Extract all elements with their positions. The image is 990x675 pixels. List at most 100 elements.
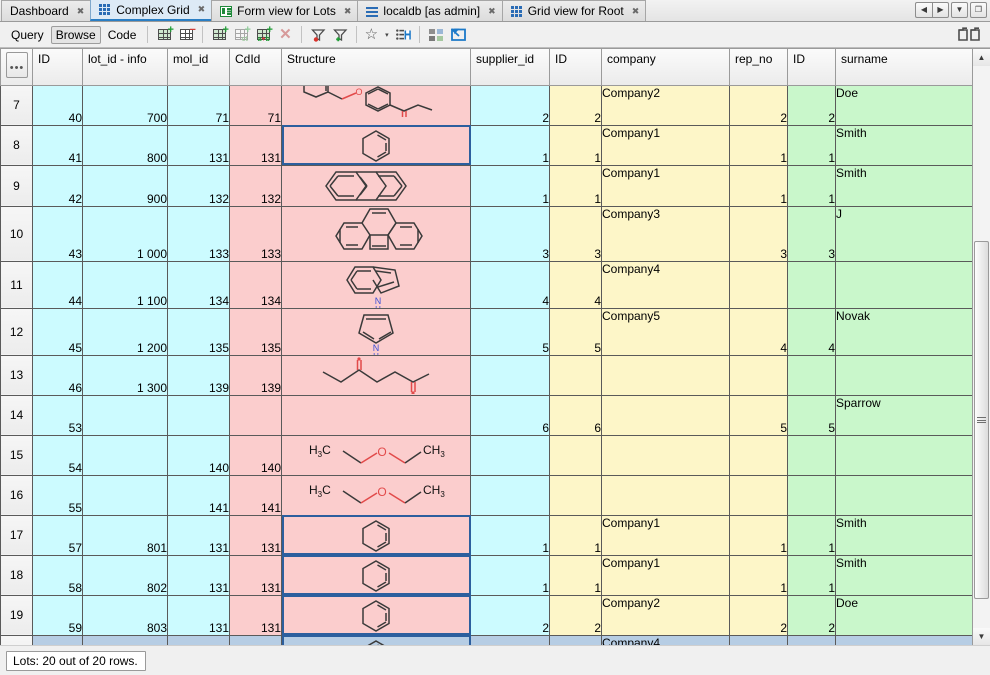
cell-supplier_id[interactable]: 6 — [471, 395, 550, 435]
scroll-down-button[interactable]: ▼ — [973, 628, 990, 645]
cell-lot_id[interactable]: 900 — [83, 165, 168, 206]
cell-rep_no[interactable] — [730, 475, 788, 515]
tab-close-icon[interactable]: ✖ — [632, 6, 639, 17]
cell-rep_id[interactable]: 3 — [788, 206, 836, 261]
cell-mol_id[interactable]: 131 — [168, 125, 230, 165]
cell-cdid[interactable]: 139 — [230, 355, 282, 395]
table-row[interactable]: 84180013113111Company111Smith — [1, 125, 973, 165]
table-row[interactable]: 195980313113122Company222Doe — [1, 595, 973, 635]
cell-cdid[interactable]: 131 — [230, 515, 282, 555]
cell-lot_id[interactable]: 800 — [83, 125, 168, 165]
cell-supplier_id[interactable]: 3 — [471, 206, 550, 261]
cell-structure[interactable] — [282, 125, 471, 165]
cell-structure[interactable] — [282, 395, 471, 435]
cell-supplier_id[interactable] — [471, 355, 550, 395]
row-header[interactable]: 12 — [1, 308, 33, 355]
cell-id[interactable]: 45 — [33, 308, 83, 355]
column-header-cdid[interactable]: CdId — [230, 49, 282, 85]
cell-rep_id[interactable]: 5 — [788, 395, 836, 435]
row-header[interactable]: 15 — [1, 435, 33, 475]
cell-rep_no[interactable] — [730, 355, 788, 395]
cell-mol_id[interactable]: 131 — [168, 635, 230, 645]
cell-surname[interactable] — [836, 635, 973, 645]
cell-surname[interactable] — [836, 435, 973, 475]
cell-surname[interactable]: Smith — [836, 555, 973, 595]
cell-supplier_id[interactable]: 1 — [471, 515, 550, 555]
cell-sup_id[interactable] — [550, 435, 602, 475]
cell-supplier_id[interactable]: 5 — [471, 308, 550, 355]
cell-rep_id[interactable]: 1 — [788, 165, 836, 206]
mode-browse-button[interactable]: Browse — [51, 26, 101, 44]
cell-rep_id[interactable]: 2 — [788, 595, 836, 635]
cell-rep_id[interactable] — [788, 475, 836, 515]
cell-mol_id[interactable]: 131 — [168, 595, 230, 635]
cell-surname[interactable]: Doe — [836, 595, 973, 635]
cell-rep_id[interactable] — [788, 261, 836, 308]
cell-structure[interactable] — [282, 515, 471, 555]
cell-cdid[interactable]: 131 — [230, 555, 282, 595]
row-header[interactable]: 13 — [1, 355, 33, 395]
cell-company[interactable]: Company3 — [602, 206, 730, 261]
cell-company[interactable] — [602, 355, 730, 395]
cell-supplier_id[interactable] — [471, 475, 550, 515]
mode-query-button[interactable]: Query — [6, 26, 49, 44]
column-header-rep_no[interactable]: rep_no — [730, 49, 788, 85]
cell-lot_id[interactable]: 802 — [83, 555, 168, 595]
cell-mol_id[interactable]: 133 — [168, 206, 230, 261]
cell-rep_id[interactable]: 2 — [788, 85, 836, 125]
cell-rep_no[interactable]: 2 — [730, 85, 788, 125]
cell-sup_id[interactable]: 3 — [550, 206, 602, 261]
cell-sup_id[interactable]: 1 — [550, 515, 602, 555]
save-list-button[interactable] — [393, 25, 413, 45]
cell-rep_no[interactable]: 1 — [730, 515, 788, 555]
cell-id[interactable]: 58 — [33, 555, 83, 595]
cell-sup_id[interactable]: 6 — [550, 395, 602, 435]
cell-lot_id[interactable]: 1 000 — [83, 206, 168, 261]
row-header[interactable]: 20 — [1, 635, 33, 645]
cell-cdid[interactable]: 71 — [230, 85, 282, 125]
cell-id[interactable]: 44 — [33, 261, 83, 308]
add-column-button[interactable]: +a+b — [253, 25, 273, 45]
cell-supplier_id[interactable]: 4 — [471, 635, 550, 645]
cell-mol_id[interactable]: 139 — [168, 355, 230, 395]
row-header[interactable]: 7 — [1, 85, 33, 125]
delete-row-button[interactable]: − — [176, 25, 196, 45]
tab-close-icon[interactable]: ✖ — [488, 6, 495, 17]
cell-rep_no[interactable]: 3 — [730, 206, 788, 261]
cell-company[interactable]: Company4 — [602, 635, 730, 645]
cell-id[interactable]: 54 — [33, 435, 83, 475]
cell-structure[interactable] — [282, 595, 471, 635]
table-row[interactable]: 1554140140H3COCH3 — [1, 435, 973, 475]
tab-grid-view-for-root[interactable]: Grid view for Root✖ — [502, 0, 647, 21]
cell-sup_id[interactable]: 4 — [550, 261, 602, 308]
mode-code-button[interactable]: Code — [103, 26, 142, 44]
window-restore-button[interactable]: ❐ — [970, 2, 987, 18]
tab-complex-grid[interactable]: Complex Grid✖ — [90, 0, 212, 21]
cell-surname[interactable] — [836, 475, 973, 515]
cell-mol_id[interactable] — [168, 395, 230, 435]
cell-rep_no[interactable] — [730, 435, 788, 475]
cell-rep_no[interactable] — [730, 635, 788, 645]
cell-mol_id[interactable]: 132 — [168, 165, 230, 206]
cell-rep_no[interactable]: 2 — [730, 595, 788, 635]
row-header[interactable]: 10 — [1, 206, 33, 261]
cell-surname[interactable]: Smith — [836, 165, 973, 206]
grid-corner-button[interactable]: ••• — [1, 49, 33, 85]
cell-id[interactable]: 40 — [33, 85, 83, 125]
cell-sup_id[interactable]: 2 — [550, 595, 602, 635]
table-row[interactable]: 185880213113111Company111Smith — [1, 555, 973, 595]
tab-close-icon[interactable]: ✖ — [198, 4, 205, 15]
cell-sup_id[interactable] — [550, 475, 602, 515]
cell-structure[interactable]: NH — [282, 308, 471, 355]
cell-mol_id[interactable]: 140 — [168, 435, 230, 475]
column-header-rep_id[interactable]: ID — [788, 49, 836, 85]
cell-rep_id[interactable]: 1 — [788, 515, 836, 555]
cell-sup_id[interactable]: 4 — [550, 635, 602, 645]
cell-surname[interactable] — [836, 355, 973, 395]
column-header-company[interactable]: company — [602, 49, 730, 85]
scrollbar-thumb[interactable] — [974, 241, 989, 599]
cell-mol_id[interactable]: 134 — [168, 261, 230, 308]
cell-id[interactable]: 43 — [33, 206, 83, 261]
cell-structure[interactable]: O — [282, 85, 471, 125]
table-row[interactable]: 11441 100134134NH44Company4 — [1, 261, 973, 308]
